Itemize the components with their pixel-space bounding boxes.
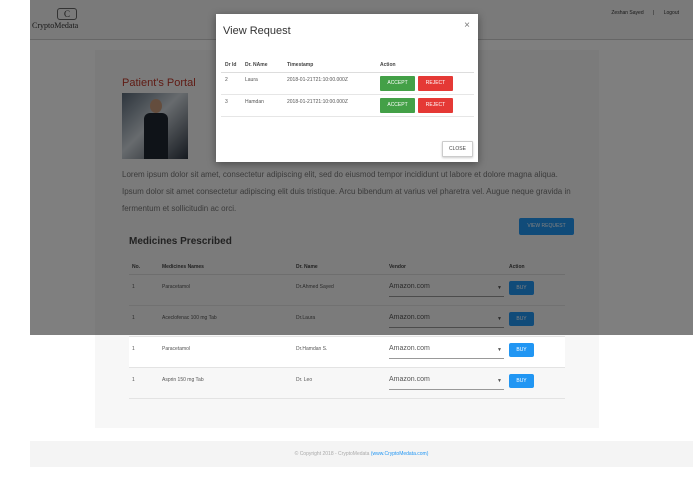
accept-button[interactable]: ACCEPT [380,76,415,91]
table-row: 1 Paracetamol Dr.Hamdan S. Amazon.com ▼ B… [129,337,565,368]
table-row: 1 Asprin 150 mg Tab Dr. Leo Amazon.com ▼ … [129,368,565,399]
col-action: Action [380,62,396,68]
copyright-text: © Copyright 2018 - CryptoMedata [294,451,370,457]
view-request-modal: View Request × Dr Id Dr. NAme Timestamp … [216,14,478,162]
row-doctor-name: Dr.Hamdan S. [296,346,328,352]
accept-button[interactable]: ACCEPT [380,98,415,113]
table-row: 3 Hamdan 2018-01-21T21:10:00.000Z ACCEPT… [221,95,474,117]
buy-button[interactable]: BUY [509,374,534,388]
row-timestamp: 2018-01-21T21:10:00.000Z [287,77,348,83]
row-dr-id: 2 [225,77,228,83]
vendor-select[interactable]: Amazon.com ▼ [389,376,504,390]
row-medicine-name: Paracetamol [162,346,191,352]
footer: © Copyright 2018 - CryptoMedata (www.Cry… [30,441,693,467]
row-dr-name: Laura [245,77,258,83]
col-dr-name: Dr. NAme [245,62,268,68]
row-doctor-name: Dr. Leo [296,377,313,383]
modal-title: View Request [223,25,291,37]
row-medicine-name: Asprin 150 mg Tab [162,377,204,383]
vendor-value: Amazon.com [389,345,430,352]
row-timestamp: 2018-01-21T21:10:00.000Z [287,99,348,105]
reject-button[interactable]: REJECT [418,98,453,113]
buy-button[interactable]: BUY [509,343,534,357]
col-timestamp: Timestamp [287,62,314,68]
footer-link[interactable]: (www.CryptoMedata.com) [371,451,429,457]
reject-button[interactable]: REJECT [418,76,453,91]
close-icon[interactable]: × [464,20,470,31]
vendor-select[interactable]: Amazon.com ▼ [389,345,504,359]
close-button[interactable]: CLOSE [442,141,473,157]
row-no: 1 [132,346,135,352]
chevron-down-icon: ▼ [497,378,502,384]
page: C CryptoMedata Zeshan Sayed | Logout Pat… [30,0,693,494]
requests-table-header: Dr Id Dr. NAme Timestamp Action [221,57,474,73]
col-dr-id: Dr Id [225,62,237,68]
table-row: 2 Laura 2018-01-21T21:10:00.000Z ACCEPT … [221,73,474,95]
vendor-value: Amazon.com [389,376,430,383]
row-dr-id: 3 [225,99,228,105]
row-dr-name: Hamdan [245,99,264,105]
chevron-down-icon: ▼ [497,347,502,353]
requests-table: Dr Id Dr. NAme Timestamp Action 2 Laura … [221,57,474,117]
row-no: 1 [132,377,135,383]
